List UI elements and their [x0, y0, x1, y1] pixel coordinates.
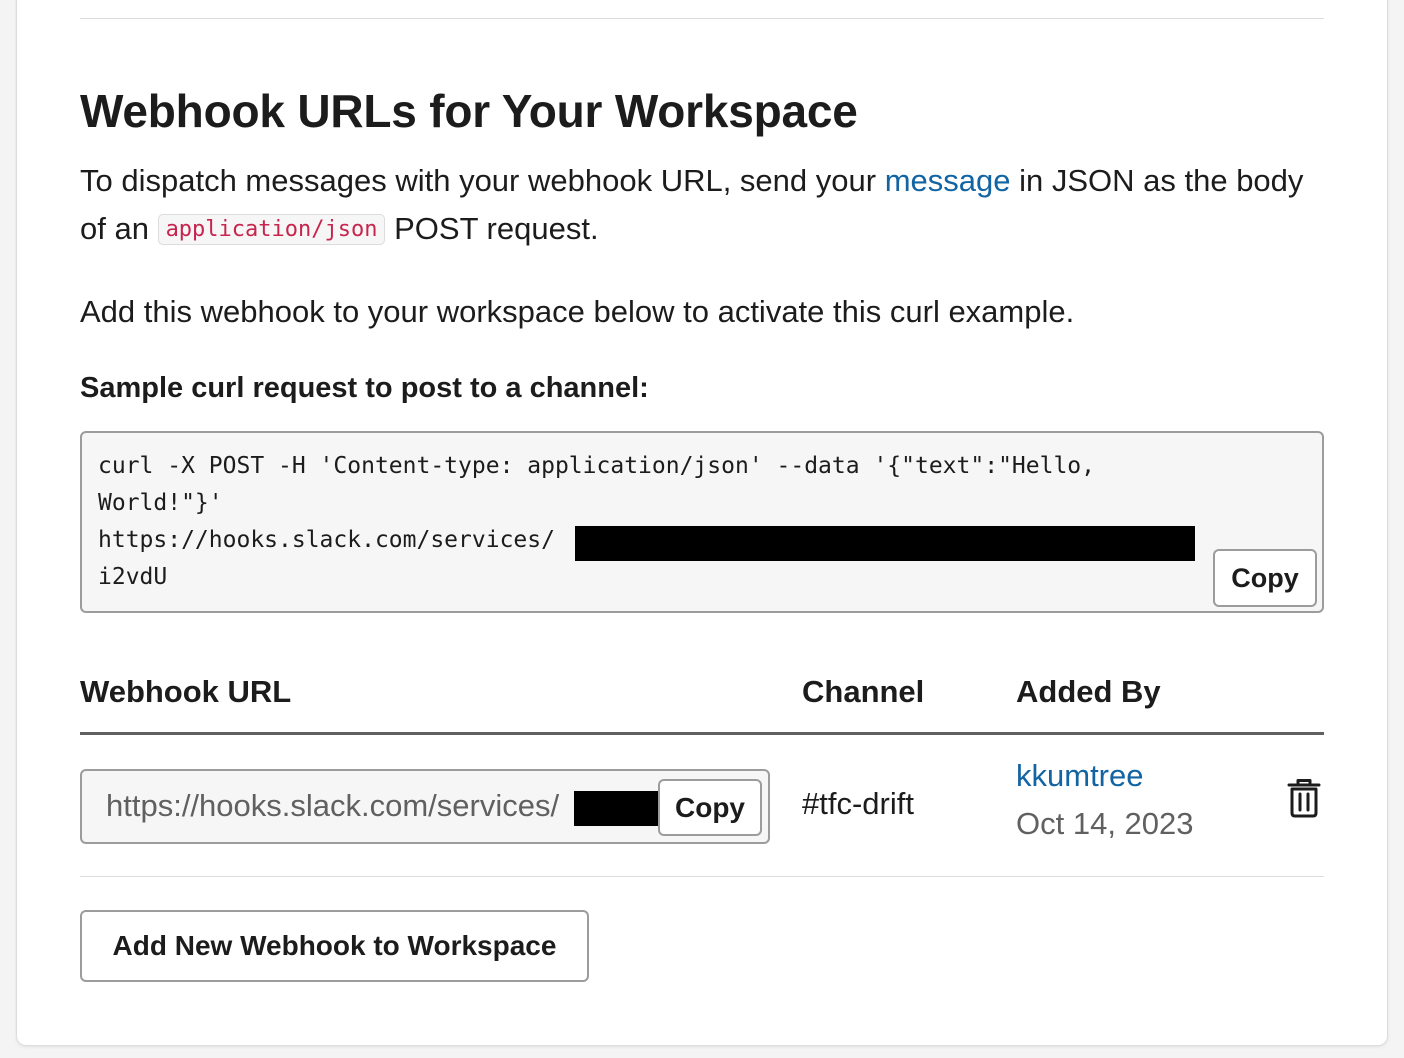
header-channel: Channel	[802, 674, 925, 709]
section-title: Webhook URLs for Your Workspace	[80, 85, 858, 137]
header-webhook-url: Webhook URL	[80, 674, 292, 709]
content-type-code: application/json	[157, 214, 386, 245]
added-date: Oct 14, 2023	[1016, 806, 1194, 841]
curl-copy-button[interactable]: Copy	[1213, 549, 1317, 607]
table-row-divider	[80, 876, 1324, 877]
webhook-url-value: https://hooks.slack.com/services/	[106, 788, 560, 823]
redacted-token	[575, 526, 1195, 561]
redacted-url-token	[574, 791, 664, 826]
curl-line-3: https://hooks.slack.com/services/	[98, 527, 555, 553]
curl-heading: Sample curl request to post to a channel…	[80, 372, 649, 404]
curl-line-1: curl -X POST -H 'Content-type: applicati…	[98, 453, 1095, 479]
table-header-divider	[80, 732, 1324, 735]
curl-line-2: World!"}'	[98, 490, 223, 516]
added-by-user-link[interactable]: kkumtree	[1016, 758, 1143, 794]
webhook-url-field[interactable]: https://hooks.slack.com/services/ Copy	[80, 769, 770, 844]
curl-code-block: curl -X POST -H 'Content-type: applicati…	[80, 431, 1324, 613]
intro-text-end: POST request.	[385, 211, 599, 246]
header-added-by: Added By	[1016, 674, 1161, 709]
intro-paragraph: To dispatch messages with your webhook U…	[80, 157, 1330, 254]
intro-text-start: To dispatch messages with your webhook U…	[80, 163, 885, 198]
top-divider	[80, 18, 1324, 19]
activate-note: Add this webhook to your workspace below…	[80, 294, 1075, 329]
add-new-webhook-button[interactable]: Add New Webhook to Workspace	[80, 910, 589, 982]
channel-name: #tfc-drift	[802, 786, 914, 821]
curl-line-4: i2vdU	[98, 564, 168, 590]
message-link[interactable]: message	[885, 163, 1011, 198]
trash-icon[interactable]	[1286, 778, 1322, 818]
webhook-copy-button[interactable]: Copy	[658, 779, 762, 836]
